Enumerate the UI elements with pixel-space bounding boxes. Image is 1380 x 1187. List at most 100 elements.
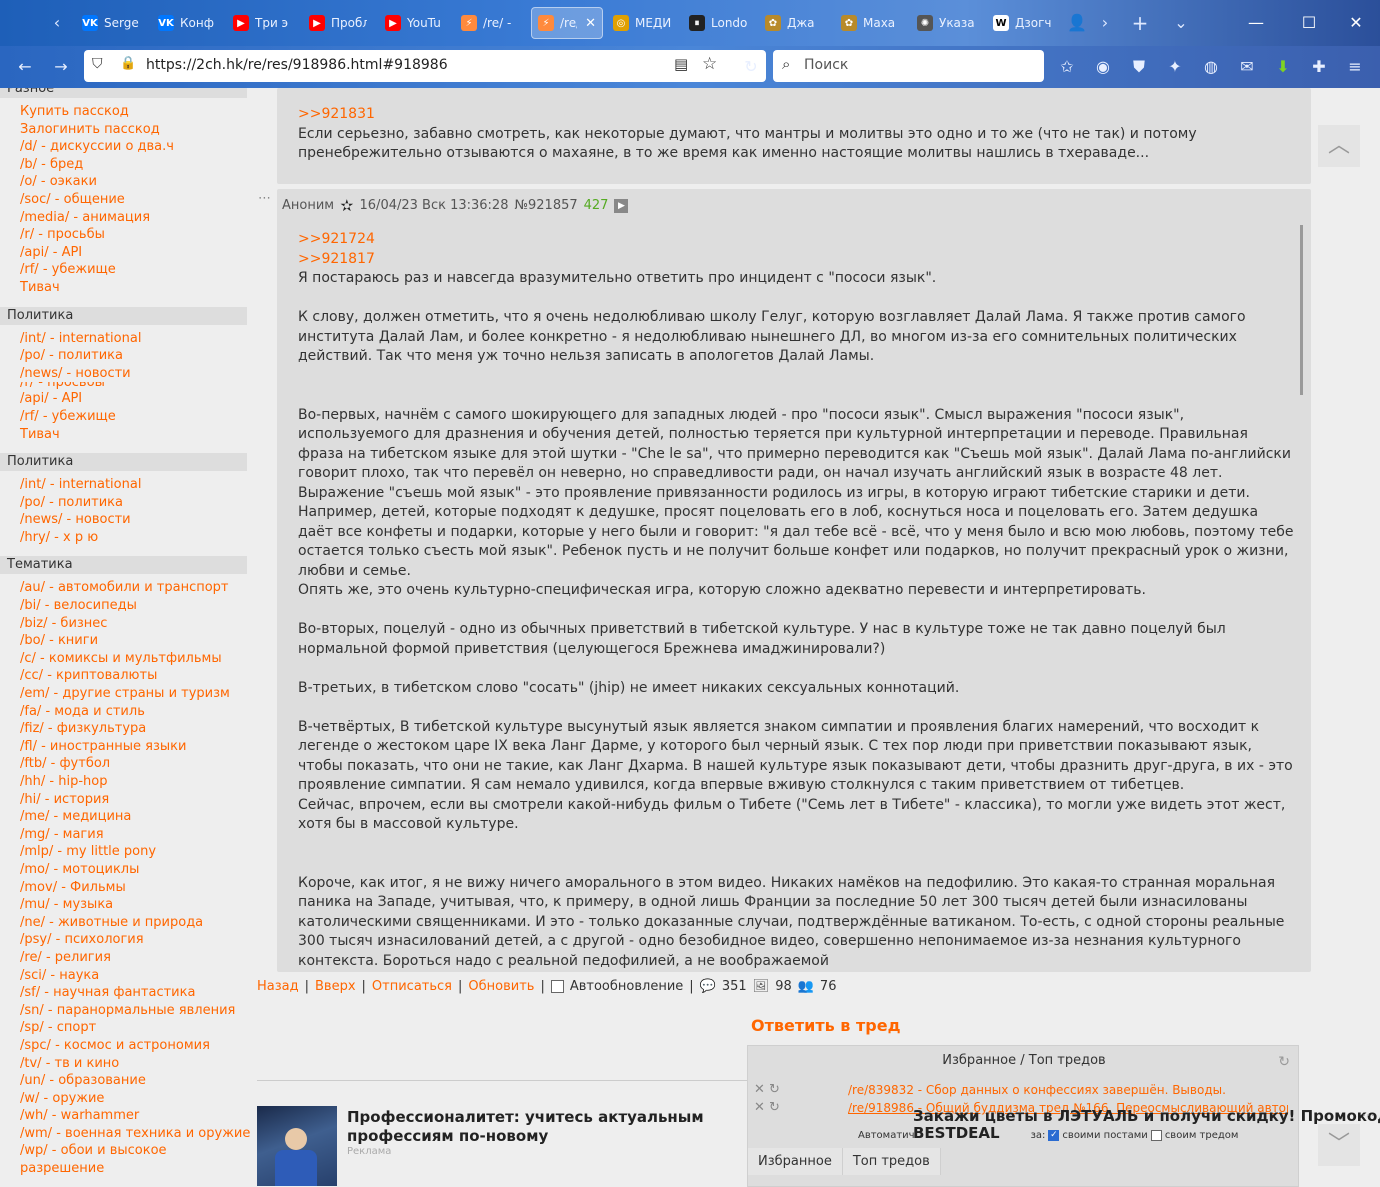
sidebar-board-link[interactable]: /d/ - дискуссии о два.ч xyxy=(0,138,250,156)
sidebar-board-link[interactable]: /cc/ - криптовалюты xyxy=(0,667,250,685)
tab-favorites[interactable]: Избранное xyxy=(748,1148,843,1175)
sidebar-board-link[interactable]: /news/ - новости xyxy=(0,365,250,383)
sidebar-board-link[interactable]: разрешение xyxy=(0,1160,250,1178)
sidebar-board-link[interactable]: /em/ - другие страны и туризм xyxy=(0,685,250,703)
search-placeholder[interactable]: Поиск xyxy=(804,57,848,73)
firefox-icon[interactable]: ◉ xyxy=(1092,56,1114,78)
sidebar-board-link[interactable]: /soc/ - общение xyxy=(0,191,250,209)
sidebar-board-link[interactable]: /rf/ - убежище xyxy=(0,408,250,426)
sidebar-board-link[interactable]: /mg/ - магия xyxy=(0,826,250,844)
back-icon[interactable]: ← xyxy=(14,56,36,78)
browser-tab[interactable]: W Дзогч xyxy=(987,7,1057,39)
sidebar-board-link[interactable]: /news/ - новости xyxy=(0,511,250,529)
sidebar-board-link[interactable]: /int/ - international xyxy=(0,476,250,494)
remove-favorite-icon[interactable]: ✕ ↻ xyxy=(754,1100,780,1115)
browser-tab[interactable]: VK Конф xyxy=(152,7,222,39)
reply-to-thread-link[interactable]: Ответить в тред xyxy=(751,1016,901,1035)
refresh-link[interactable]: Обновить xyxy=(468,979,534,994)
profile-icon[interactable]: 👤 xyxy=(1066,12,1088,34)
post-scrollbar[interactable] xyxy=(1300,225,1303,395)
tabs-scroll-right-icon[interactable]: › xyxy=(1094,12,1116,34)
sidebar-board-link[interactable]: /spc/ - космос и астрономия xyxy=(0,1037,250,1055)
browser-tab[interactable]: ✿ Джа xyxy=(759,7,829,39)
more-icon[interactable]: ⋯ xyxy=(1362,1108,1375,1123)
sidebar-board-link[interactable]: /wp/ - обои и высокое xyxy=(0,1142,250,1160)
browser-tab[interactable]: ✿ Маха xyxy=(835,7,905,39)
sidebar-board-link[interactable]: Тивач xyxy=(0,279,250,297)
download-icon[interactable]: ⬇ xyxy=(1272,56,1294,78)
close-window-icon[interactable]: ✕ xyxy=(1341,10,1371,36)
sidebar-board-link[interactable]: /int/ - international xyxy=(0,330,250,348)
sidebar-board-link[interactable]: /api/ - API xyxy=(0,244,250,262)
sidebar-board-link[interactable]: /po/ - политика xyxy=(0,494,250,512)
sidebar-board-link[interactable]: /mo/ - мотоциклы xyxy=(0,861,250,879)
sidebar-board-link[interactable]: /biz/ - бизнес xyxy=(0,615,250,633)
sidebar-board-link[interactable]: /ne/ - животные и природа xyxy=(0,914,250,932)
extension-bird-icon[interactable]: ✦ xyxy=(1164,56,1186,78)
maximize-icon[interactable]: ☐ xyxy=(1294,10,1324,36)
extensions-puzzle-icon[interactable]: ✚ xyxy=(1308,56,1330,78)
extension-mail-icon[interactable]: ✉ xyxy=(1236,56,1258,78)
sidebar-board-link[interactable]: /bi/ - велосипеды xyxy=(0,597,250,615)
close-tab-icon[interactable]: ✕ xyxy=(585,16,596,31)
minimize-icon[interactable]: — xyxy=(1241,10,1271,36)
browser-tab[interactable]: ▶ YouTu xyxy=(379,7,449,39)
sidebar-board-link[interactable]: /sci/ - наука xyxy=(0,967,250,985)
sidebar-board-link[interactable]: /rf/ - убежище xyxy=(0,261,250,279)
url-bar[interactable]: ⛉ 🔒 https://2ch.hk/re/res/918986.html#91… xyxy=(84,50,766,82)
forward-icon[interactable]: → xyxy=(50,56,72,78)
sidebar-board-link[interactable]: /hi/ - история xyxy=(0,791,250,809)
up-link[interactable]: Вверх xyxy=(315,979,356,994)
sidebar-board-link[interactable]: /mlp/ - my little pony xyxy=(0,843,250,861)
sidebar-board-link[interactable]: /sp/ - спорт xyxy=(0,1019,250,1037)
browser-tab[interactable]: ⏸ Londo xyxy=(683,7,753,39)
reader-view-icon[interactable]: ▤ xyxy=(674,55,688,73)
sidebar-board-link[interactable]: /api/ - API xyxy=(0,390,250,408)
reply-reflink[interactable]: >>921724 xyxy=(298,230,1294,250)
sidebar-board-link[interactable]: /r/ - просьбы xyxy=(0,382,250,390)
sidebar-board-link[interactable]: /wm/ - военная техника и оружие xyxy=(0,1125,250,1143)
lock-icon[interactable]: 🔒 xyxy=(120,56,136,71)
autoupdate-checkbox[interactable] xyxy=(550,980,564,993)
browser-tab[interactable]: ⚡ /re/ ✕ xyxy=(531,7,603,39)
shield-icon[interactable]: ⛉ xyxy=(92,56,103,72)
sidebar-board-link[interactable]: /bo/ - книги xyxy=(0,632,250,650)
reply-reflink[interactable]: >>921817 xyxy=(298,250,1294,270)
promo-banner[interactable]: Закажи цветы в ЛЭТУАЛЬ и получи скидку! … xyxy=(913,1108,1380,1142)
browser-tab[interactable]: ▶ Пробл xyxy=(303,7,373,39)
browser-tab[interactable]: VK Serge xyxy=(76,7,146,39)
post-number[interactable]: №921857 xyxy=(514,198,577,213)
sidebar-board-link[interactable]: /w/ - оружие xyxy=(0,1090,250,1108)
sidebar-board-link[interactable]: /po/ - политика xyxy=(0,347,250,365)
sidebar-board-link[interactable]: /c/ - комиксы и мультфильмы xyxy=(0,650,250,668)
sidebar-board-link[interactable]: /sf/ - научная фантастика xyxy=(0,984,250,1002)
menu-hamburger-icon[interactable]: ≡ xyxy=(1344,56,1366,78)
sidebar-board-link[interactable]: /hry/ - х р ю xyxy=(0,529,250,547)
sidebar-board-link[interactable]: /mov/ - Фильмы xyxy=(0,879,250,897)
sidebar-board-link[interactable]: Купить пасскод xyxy=(0,103,250,121)
ad-title[interactable]: Профессионалитет: учитесь актуальным про… xyxy=(347,1108,787,1146)
list-all-tabs-icon[interactable]: ⌄ xyxy=(1170,12,1192,34)
url-text[interactable]: https://2ch.hk/re/res/918986.html#918986 xyxy=(146,57,448,73)
remove-favorite-icon[interactable]: ✕ ↻ xyxy=(754,1082,780,1097)
sidebar-board-link[interactable]: /r/ - просьбы xyxy=(0,226,250,244)
sidebar-board-link[interactable]: /mu/ - музыка xyxy=(0,896,250,914)
browser-tab[interactable]: ▶ Три э xyxy=(227,7,297,39)
ad-image[interactable] xyxy=(257,1106,337,1186)
extension-avatar-icon[interactable]: ◍ xyxy=(1200,56,1222,78)
new-tab-icon[interactable]: + xyxy=(1129,12,1151,34)
search-bar[interactable]: ⌕ Поиск xyxy=(773,50,1044,82)
sidebar-board-link[interactable]: /fl/ - иностранные языки xyxy=(0,738,250,756)
bookmark-star-icon[interactable]: ☆ xyxy=(702,54,717,74)
scroll-up-button[interactable]: ︿ xyxy=(1318,125,1360,167)
sidebar-board-link[interactable]: /un/ - образование xyxy=(0,1072,250,1090)
sidebar-board-link[interactable]: /sn/ - паранормальные явления xyxy=(0,1002,250,1020)
post-menu-icon[interactable]: ⋯ xyxy=(258,191,271,206)
browser-tab[interactable]: ◎ МЕДИ xyxy=(607,7,677,39)
sidebar-board-link[interactable]: /re/ - религия xyxy=(0,949,250,967)
back-link[interactable]: Назад xyxy=(257,979,299,994)
sidebar-board-link[interactable]: Залогинить пасскод xyxy=(0,121,250,139)
sidebar-board-link[interactable]: /wh/ - warhammer xyxy=(0,1107,250,1125)
sidebar-board-link[interactable]: /o/ - оэкаки xyxy=(0,173,250,191)
sidebar-board-link[interactable]: /ftb/ - футбол xyxy=(0,755,250,773)
